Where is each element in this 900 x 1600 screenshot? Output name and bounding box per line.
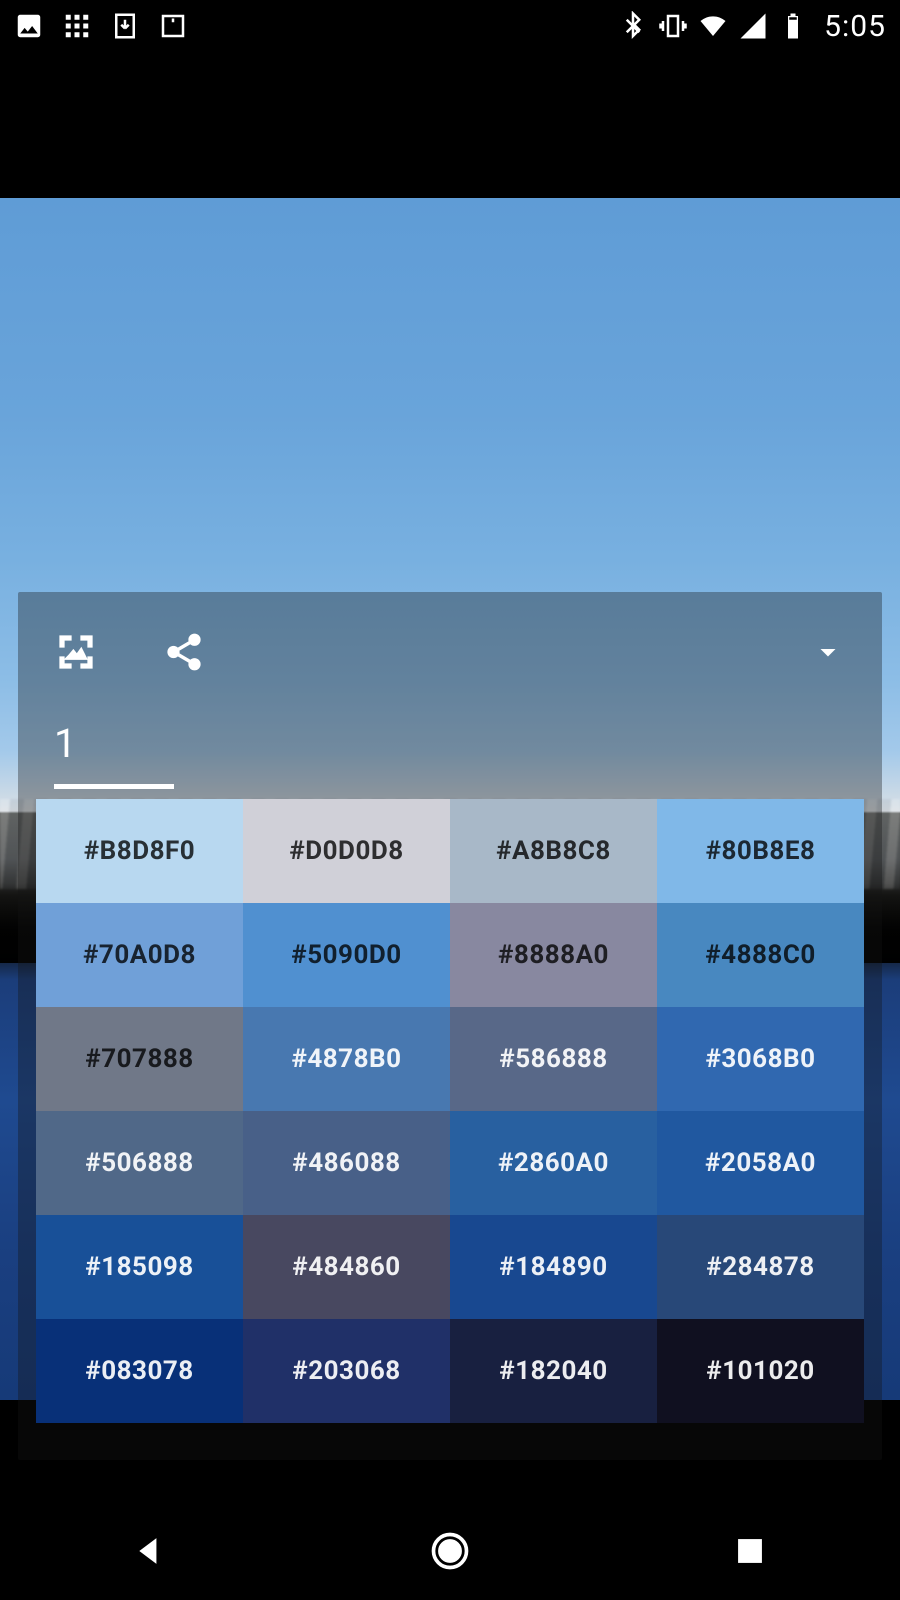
swatch-16[interactable]: #185098 xyxy=(36,1215,243,1319)
sheet-header xyxy=(18,592,882,712)
swatch-17[interactable]: #484860 xyxy=(243,1215,450,1319)
swatch-1[interactable]: #D0D0D8 xyxy=(243,799,450,903)
swatch-22[interactable]: #182040 xyxy=(450,1319,657,1423)
swatch-0[interactable]: #B8D8F0 xyxy=(36,799,243,903)
swatch-18[interactable]: #184890 xyxy=(450,1215,657,1319)
swatch-2[interactable]: #A8B8C8 xyxy=(450,799,657,903)
bluetooth-icon xyxy=(618,11,648,41)
collapse-button[interactable] xyxy=(804,628,852,676)
swatch-8[interactable]: #707888 xyxy=(36,1007,243,1111)
palette-tabs: 1 xyxy=(18,712,882,789)
swatch-12[interactable]: #506888 xyxy=(36,1111,243,1215)
palette-sheet: 1 #B8D8F0#D0D0D8#A8B8C8#80B8E8#70A0D8#50… xyxy=(18,592,882,1460)
palette-grid: #B8D8F0#D0D0D8#A8B8C8#80B8E8 #70A0D8#5090… xyxy=(36,799,864,1460)
swatch-23[interactable]: #101020 xyxy=(657,1319,864,1423)
status-left xyxy=(14,11,188,41)
swatch-15[interactable]: #2058A0 xyxy=(657,1111,864,1215)
swatch-10[interactable]: #586888 xyxy=(450,1007,657,1111)
swatch-4[interactable]: #70A0D8 xyxy=(36,903,243,1007)
swatch-7[interactable]: #4888C0 xyxy=(657,903,864,1007)
tab-1[interactable]: 1 xyxy=(54,712,174,789)
home-button[interactable] xyxy=(420,1521,480,1581)
swatch-6[interactable]: #8888A0 xyxy=(450,903,657,1007)
status-clock: 5:05 xyxy=(824,9,886,44)
swatch-5[interactable]: #5090D0 xyxy=(243,903,450,1007)
grid-icon xyxy=(62,11,92,41)
battery-icon xyxy=(778,11,808,41)
swatch-13[interactable]: #486088 xyxy=(243,1111,450,1215)
swatch-11[interactable]: #3068B0 xyxy=(657,1007,864,1111)
swatch-14[interactable]: #2860A0 xyxy=(450,1111,657,1215)
status-bar: 5:05 xyxy=(0,0,900,52)
share-button[interactable] xyxy=(156,624,212,680)
status-right: 5:05 xyxy=(618,9,886,44)
wifi-icon xyxy=(698,11,728,41)
cell-signal-icon xyxy=(738,11,768,41)
download-icon xyxy=(110,11,140,41)
vibrate-icon xyxy=(658,11,688,41)
back-button[interactable] xyxy=(120,1521,180,1581)
swatch-21[interactable]: #203068 xyxy=(243,1319,450,1423)
swatch-19[interactable]: #284878 xyxy=(657,1215,864,1319)
recent-apps-button[interactable] xyxy=(720,1521,780,1581)
swatch-3[interactable]: #80B8E8 xyxy=(657,799,864,903)
navigation-bar xyxy=(0,1502,900,1600)
wallpaper-button[interactable] xyxy=(48,624,104,680)
image-icon xyxy=(14,11,44,41)
swatch-20[interactable]: #083078 xyxy=(36,1319,243,1423)
swatch-9[interactable]: #4878B0 xyxy=(243,1007,450,1111)
app-box-icon xyxy=(158,11,188,41)
